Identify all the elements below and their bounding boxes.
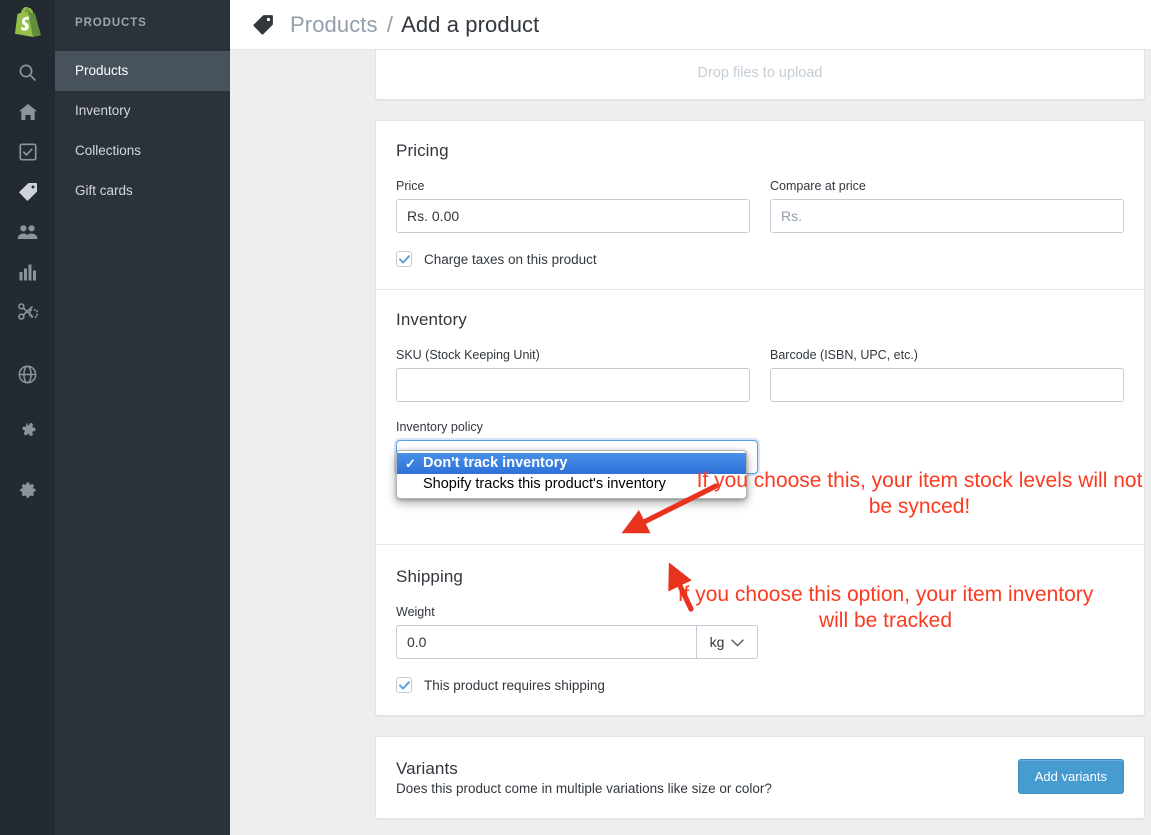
policy-option-label: Don't track inventory (423, 455, 568, 471)
products-icon[interactable] (0, 172, 55, 212)
drop-files-label: Drop files to upload (697, 65, 823, 81)
analytics-icon[interactable] (0, 252, 55, 292)
requires-shipping-checkbox[interactable] (396, 677, 412, 693)
sku-label: SKU (Stock Keeping Unit) (396, 348, 540, 362)
orders-icon[interactable] (0, 132, 55, 172)
policy-option-dont-track[interactable]: ✓ Don't track inventory (397, 453, 746, 474)
shopify-logo[interactable] (11, 7, 44, 41)
page-content: Drop files to upload Pricing Price Compa… (230, 50, 1151, 835)
barcode-field-group: Barcode (ISBN, UPC, etc.) (770, 348, 1124, 402)
inventory-policy-select-wrap[interactable]: ✓ Don't track inventory Shopify tracks t… (396, 440, 758, 499)
breadcrumb-products-link[interactable]: Products (290, 12, 378, 37)
search-icon[interactable] (0, 52, 55, 92)
barcode-label: Barcode (ISBN, UPC, etc.) (770, 348, 918, 362)
sku-input[interactable] (396, 368, 750, 402)
requires-shipping-label: This product requires shipping (424, 677, 605, 693)
sidebar-item-collections[interactable]: Collections (55, 131, 230, 171)
policy-option-label: Shopify tracks this product's inventory (423, 476, 666, 492)
page-title: Add a product (401, 11, 540, 37)
inventory-policy-group: Inventory policy ✓ Don't track inventory… (396, 420, 1124, 499)
weight-field-group: Weight kg (396, 605, 1124, 659)
pricing-section: Pricing Price Compare at price (376, 121, 1144, 289)
sidebar-item-label: Products (75, 63, 129, 78)
compare-at-price-label: Compare at price (770, 179, 866, 193)
breadcrumb-separator: / (386, 11, 394, 37)
inventory-policy-dropdown-menu[interactable]: ✓ Don't track inventory Shopify tracks t… (396, 450, 747, 499)
breadcrumb: Products / Add a product (290, 12, 539, 38)
variants-card: Variants Does this product come in multi… (375, 736, 1145, 819)
charge-taxes-label: Charge taxes on this product (424, 251, 597, 267)
sidebar-item-inventory[interactable]: Inventory (55, 91, 230, 131)
chevron-down-icon (731, 634, 745, 650)
home-icon[interactable] (0, 92, 55, 132)
compare-at-price-field-group: Compare at price (770, 179, 1124, 233)
policy-option-shopify-tracks[interactable]: Shopify tracks this product's inventory (397, 474, 746, 495)
product-images-card[interactable]: Drop files to upload (375, 50, 1145, 100)
pricing-heading: Pricing (396, 141, 449, 160)
photos-stack-icon (376, 50, 1144, 53)
sidebar-item-label: Collections (75, 143, 142, 158)
products-section-nav: PRODUCTS Products Inventory Collections … (55, 0, 230, 835)
tag-icon (252, 14, 274, 36)
customers-icon[interactable] (0, 212, 55, 252)
discounts-icon[interactable] (0, 292, 55, 332)
weight-input[interactable] (396, 625, 696, 659)
price-label: Price (396, 179, 425, 193)
weight-unit-value: kg (709, 634, 725, 650)
sku-field-group: SKU (Stock Keeping Unit) (396, 348, 750, 402)
sidebar-item-label: Gift cards (75, 183, 133, 198)
inventory-policy-label: Inventory policy (396, 420, 483, 434)
inventory-section: Inventory SKU (Stock Keeping Unit) Barco… (376, 289, 1144, 499)
variants-subtitle: Does this product come in multiple varia… (396, 781, 772, 796)
compare-at-price-input[interactable] (770, 199, 1124, 233)
inventory-heading: Inventory (396, 310, 467, 329)
section-nav-title: PRODUCTS (75, 17, 147, 29)
sidebar-item-products[interactable]: Products (55, 51, 230, 91)
barcode-input[interactable] (770, 368, 1124, 402)
shipping-section: Shipping Weight kg (376, 544, 1144, 715)
requires-shipping-row[interactable]: This product requires shipping (396, 677, 1124, 693)
primary-icon-rail (0, 0, 55, 835)
shopify-admin-window: PRODUCTS Products Inventory Collections … (0, 0, 1151, 835)
weight-unit-select[interactable]: kg (696, 625, 758, 659)
sidebar-item-gift-cards[interactable]: Gift cards (55, 171, 230, 211)
selected-checkmark-icon: ✓ (405, 456, 416, 471)
pricing-inventory-shipping-card: Pricing Price Compare at price (375, 120, 1145, 716)
apps-icon[interactable] (0, 412, 55, 452)
weight-label: Weight (396, 605, 435, 619)
shipping-heading: Shipping (396, 567, 463, 586)
sidebar-item-label: Inventory (75, 103, 131, 118)
charge-taxes-row[interactable]: Charge taxes on this product (396, 251, 1124, 267)
price-field-group: Price (396, 179, 750, 233)
add-variants-button[interactable]: Add variants (1017, 759, 1124, 794)
settings-icon[interactable] (0, 470, 55, 510)
online-store-icon[interactable] (0, 354, 55, 394)
page-header: Products / Add a product (230, 0, 1151, 50)
price-input[interactable] (396, 199, 750, 233)
charge-taxes-checkbox[interactable] (396, 251, 412, 267)
variants-heading: Variants (396, 759, 458, 778)
